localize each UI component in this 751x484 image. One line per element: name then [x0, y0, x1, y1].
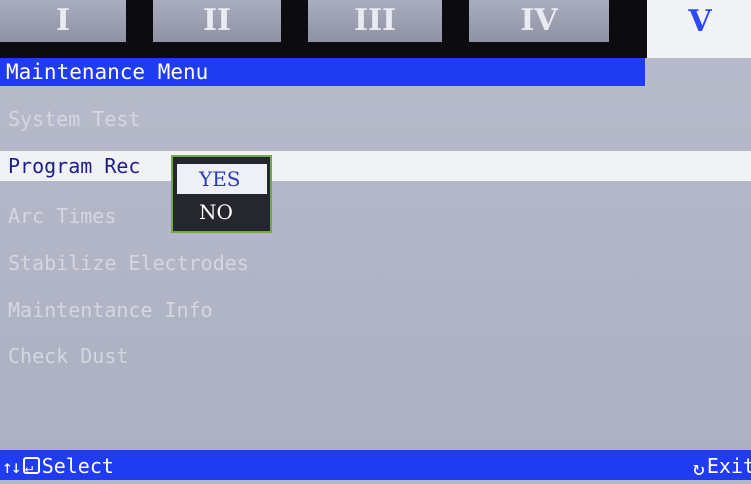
- footer-select-label: Select: [41, 454, 114, 478]
- tab-ii[interactable]: II: [153, 0, 281, 42]
- menu-item-program-recovery[interactable]: Program Rec: [0, 151, 751, 181]
- menu-item-system-test[interactable]: System Test: [0, 104, 751, 134]
- footer-bar: ↑↓ Select ↻Exit: [0, 450, 751, 484]
- tab-i[interactable]: I: [0, 0, 126, 42]
- tab-strip: I II III IV V: [0, 0, 751, 58]
- popup-option-no[interactable]: NO: [177, 197, 267, 227]
- menu-item-arc-times[interactable]: Arc Times: [0, 201, 751, 231]
- menu-item-stabilize-electrodes[interactable]: Stabilize Electrodes: [0, 248, 751, 278]
- menu-item-check-dust[interactable]: Check Dust: [0, 341, 751, 371]
- page-title: Maintenance Menu: [0, 58, 645, 86]
- popup-option-yes[interactable]: YES: [177, 164, 267, 194]
- up-down-arrows-icon: ↑↓: [2, 456, 22, 478]
- footer-select-hint: ↑↓ Select: [2, 450, 114, 484]
- tab-iv[interactable]: IV: [469, 0, 609, 42]
- menu-item-maintenance-info[interactable]: Maintentance Info: [0, 295, 751, 325]
- footer-exit-label: Exit: [706, 454, 751, 478]
- footer-exit-hint[interactable]: ↻ Exit: [693, 450, 751, 484]
- lcd-screen: I II III IV V Maintenance Menu System Te…: [0, 0, 751, 484]
- tab-v[interactable]: V: [645, 0, 751, 58]
- enter-icon: [22, 452, 40, 484]
- tab-iii[interactable]: III: [308, 0, 442, 42]
- rotate-icon: ↻: [692, 455, 705, 480]
- confirm-popup: YES NO: [171, 155, 272, 233]
